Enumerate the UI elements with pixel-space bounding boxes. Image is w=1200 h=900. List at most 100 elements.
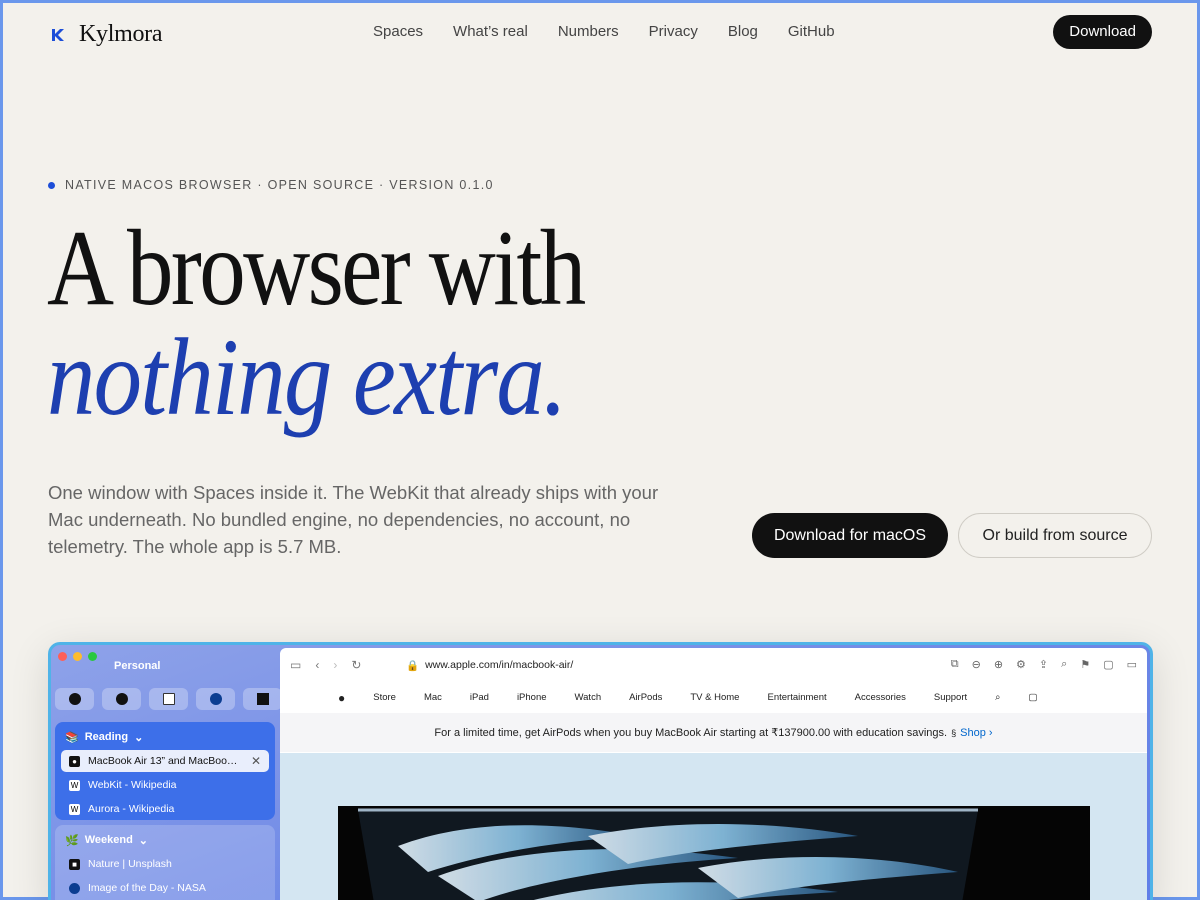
- pinned-github[interactable]: [102, 688, 141, 710]
- space-name: Personal: [114, 660, 161, 672]
- search-icon[interactable]: ⌕: [995, 692, 1000, 703]
- apple-icon: [68, 693, 81, 705]
- minimize-light-icon: [73, 652, 82, 661]
- site-nav-item[interactable]: TV & Home: [690, 692, 739, 703]
- nav-link-privacy[interactable]: Privacy: [649, 23, 698, 40]
- bookmark-icon[interactable]: ⚑: [1080, 658, 1090, 671]
- status-dot: [48, 181, 55, 189]
- close-light-icon: [58, 652, 67, 661]
- nasa-icon: [209, 693, 222, 705]
- unsplash-icon: ■: [69, 858, 80, 870]
- url-text: www.apple.com/in/macbook-air/: [425, 659, 574, 671]
- tab-title: MacBook Air 13” and MacBoo…: [88, 755, 238, 767]
- product-hero: [280, 753, 1147, 900]
- headline-line-1: A browser with: [47, 209, 586, 328]
- tab-item[interactable]: ● MacBook Air 13” and MacBoo… ✕: [61, 750, 269, 772]
- pinned-tabs: [55, 688, 282, 710]
- zoom-out-icon[interactable]: ⊖: [972, 658, 981, 671]
- eyebrow-text: NATIVE MACOS BROWSER · OPEN SOURCE · VER…: [65, 178, 494, 192]
- browser-toolbar: ▭ ‹ › ↻ 🔒 www.apple.com/in/macbook-air/ …: [280, 648, 1147, 682]
- wikipedia-icon: W: [69, 803, 80, 815]
- sidebar-toggle-icon[interactable]: ▭: [290, 658, 301, 672]
- site-nav-item[interactable]: iPhone: [517, 692, 547, 703]
- nav-link-spaces[interactable]: Spaces: [373, 23, 423, 40]
- lock-icon: 🔒: [406, 660, 420, 672]
- headline-line-2: nothing extra.: [47, 316, 567, 438]
- tab-item[interactable]: W Aurora - Wikipedia: [61, 798, 269, 820]
- reader-icon[interactable]: ▭: [1127, 658, 1137, 671]
- web-content: ▭ ‹ › ↻ 🔒 www.apple.com/in/macbook-air/ …: [280, 648, 1147, 900]
- tab-item[interactable]: Image of the Day - NASA: [61, 877, 269, 899]
- chevron-down-icon: ⌄: [134, 731, 144, 744]
- macbook-wallpaper-art: [358, 808, 978, 900]
- eyebrow: NATIVE MACOS BROWSER · OPEN SOURCE · VER…: [48, 178, 494, 192]
- site-nav-item[interactable]: Store: [373, 692, 396, 703]
- traffic-lights: [58, 652, 97, 661]
- tab-title: Image of the Day - NASA: [88, 882, 206, 894]
- site-nav-item[interactable]: AirPods: [629, 692, 662, 703]
- nav-link-blog[interactable]: Blog: [728, 23, 758, 40]
- nasa-icon: [69, 882, 80, 894]
- tab-group-reading: 📚 Reading ⌄ ● MacBook Air 13” and MacBoo… ✕ …: [55, 722, 275, 820]
- leaf-icon: 🌿: [65, 834, 79, 847]
- nav-links: Spaces What’s real Numbers Privacy Blog …: [373, 23, 835, 40]
- share-icon[interactable]: ⇪: [1039, 658, 1048, 671]
- toolbar-right: ⧉ ⊖ ⊕ ⚙ ⇪ ⌕ ⚑ ▢ ▭: [951, 658, 1137, 671]
- search-icon[interactable]: ⌕: [1061, 658, 1067, 671]
- site-nav: ● Store Mac iPad iPhone Watch AirPods TV…: [280, 682, 1147, 713]
- tab-item[interactable]: W WebKit - Wikipedia: [61, 774, 269, 796]
- tabs-icon[interactable]: ▢: [1103, 658, 1113, 671]
- apple-icon: ●: [69, 755, 80, 767]
- nav-download-button[interactable]: Download: [1053, 15, 1152, 49]
- tab-title: WebKit - Wikipedia: [88, 779, 177, 791]
- address-bar[interactable]: 🔒 www.apple.com/in/macbook-air/: [406, 659, 573, 672]
- browser-screenshot: Personal 📚 Reading ⌄ ● MacBook Air 13” and …: [48, 642, 1153, 900]
- tab-item[interactable]: ■ Nature | Unsplash: [61, 853, 269, 875]
- toolbar-left: ▭ ‹ › ↻: [290, 658, 361, 672]
- site-nav-item[interactable]: Mac: [424, 692, 442, 703]
- back-icon[interactable]: ‹: [315, 658, 319, 672]
- build-from-source-button[interactable]: Or build from source: [958, 513, 1152, 558]
- books-icon: 📚: [65, 731, 79, 744]
- zoom-in-icon[interactable]: ⊕: [994, 658, 1003, 671]
- banner-text: For a limited time, get AirPods when you…: [434, 727, 948, 739]
- promo-banner: For a limited time, get AirPods when you…: [280, 713, 1147, 752]
- gear-icon[interactable]: ⚙: [1016, 658, 1026, 671]
- tab-group-weekend: 🌿 Weekend ⌄ ■ Nature | Unsplash Image of th…: [55, 825, 275, 900]
- pinned-nasa[interactable]: [196, 688, 235, 710]
- macbook-image: [338, 806, 1090, 900]
- site-nav-item[interactable]: Support: [934, 692, 967, 703]
- group-header[interactable]: 📚 Reading ⌄: [61, 726, 269, 748]
- site-nav-item[interactable]: Accessories: [855, 692, 906, 703]
- pinned-unsplash[interactable]: [243, 688, 282, 710]
- chevron-down-icon: ⌄: [138, 834, 149, 847]
- group-name: Weekend: [84, 834, 133, 846]
- site-nav-item[interactable]: iPad: [470, 692, 489, 703]
- group-header[interactable]: 🌿 Weekend ⌄: [61, 829, 269, 851]
- github-icon: [115, 693, 128, 705]
- nav-link-github[interactable]: GitHub: [788, 23, 835, 40]
- apple-logo-icon[interactable]: ●: [338, 691, 345, 705]
- tab-title: Nature | Unsplash: [88, 858, 172, 870]
- tab-title: Aurora - Wikipedia: [88, 803, 175, 815]
- kylmora-logo-icon: [52, 28, 64, 41]
- group-name: Reading: [84, 731, 129, 743]
- hero-subtitle: One window with Spaces inside it. The We…: [48, 482, 659, 557]
- top-nav: Kylmora Spaces What’s real Numbers Priva…: [3, 3, 1197, 69]
- nav-link-numbers[interactable]: Numbers: [558, 23, 619, 40]
- nav-link-whats-real[interactable]: What’s real: [453, 23, 528, 40]
- pinned-wikipedia[interactable]: [149, 688, 188, 710]
- unsplash-icon: [256, 693, 269, 705]
- logo[interactable]: Kylmora: [49, 21, 163, 48]
- forward-icon[interactable]: ›: [333, 658, 337, 672]
- download-macos-button[interactable]: Download for macOS: [752, 513, 948, 558]
- pinned-apple[interactable]: [55, 688, 94, 710]
- copy-icon[interactable]: ⧉: [951, 658, 959, 671]
- bag-icon[interactable]: ▢: [1028, 692, 1037, 703]
- shop-link[interactable]: Shop ›: [960, 727, 992, 739]
- wikipedia-icon: [162, 693, 175, 705]
- site-nav-item[interactable]: Watch: [575, 692, 602, 703]
- reload-icon[interactable]: ↻: [351, 658, 361, 672]
- close-icon[interactable]: ✕: [251, 754, 261, 768]
- site-nav-item[interactable]: Entertainment: [767, 692, 826, 703]
